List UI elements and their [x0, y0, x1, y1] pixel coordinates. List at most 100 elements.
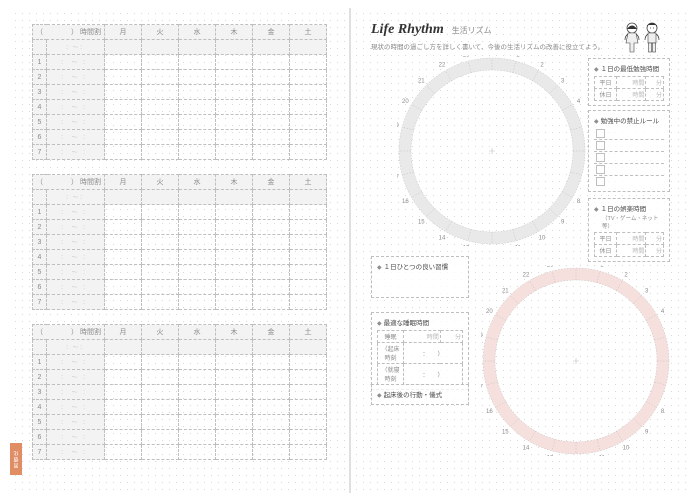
- timetable-cell[interactable]: [215, 280, 252, 295]
- timetable-cell[interactable]: [105, 355, 142, 370]
- timetable-cell[interactable]: [178, 115, 215, 130]
- timetable-cell[interactable]: [252, 385, 289, 400]
- timetable-cell[interactable]: [215, 145, 252, 160]
- timetable-cell[interactable]: [105, 370, 142, 385]
- timetable-cell[interactable]: [289, 100, 326, 115]
- timetable-cell[interactable]: [178, 400, 215, 415]
- timetable-cell[interactable]: [105, 85, 142, 100]
- timetable-cell[interactable]: [142, 265, 179, 280]
- timetable-cell[interactable]: [105, 130, 142, 145]
- timetable-cell[interactable]: [289, 145, 326, 160]
- timetable-cell[interactable]: [105, 430, 142, 445]
- timetable-cell[interactable]: [289, 265, 326, 280]
- timetable-cell[interactable]: [105, 145, 142, 160]
- timetable-cell[interactable]: [252, 70, 289, 85]
- timetable-cell[interactable]: [252, 430, 289, 445]
- timetable-cell[interactable]: [252, 85, 289, 100]
- timetable-cell[interactable]: [178, 220, 215, 235]
- timetable-cell[interactable]: [142, 445, 179, 460]
- timetable-cell[interactable]: [105, 55, 142, 70]
- timetable-cell[interactable]: [178, 355, 215, 370]
- timetable-cell[interactable]: [142, 145, 179, 160]
- timetable-cell[interactable]: [289, 235, 326, 250]
- timetable-cell[interactable]: [142, 400, 179, 415]
- timetable-cell[interactable]: [215, 355, 252, 370]
- timetable-cell[interactable]: [105, 220, 142, 235]
- unit-cell[interactable]: 時間: [617, 89, 646, 101]
- timetable-cell[interactable]: [105, 265, 142, 280]
- timetable-cell[interactable]: [252, 445, 289, 460]
- timetable-cell[interactable]: [178, 55, 215, 70]
- timetable-cell[interactable]: [289, 115, 326, 130]
- timetable-cell[interactable]: [142, 205, 179, 220]
- timetable-cell[interactable]: [252, 355, 289, 370]
- timetable-cell[interactable]: [105, 100, 142, 115]
- timetable-cell[interactable]: [215, 70, 252, 85]
- timetable-cell[interactable]: [289, 85, 326, 100]
- timetable-cell[interactable]: [178, 205, 215, 220]
- timetable-cell[interactable]: [178, 85, 215, 100]
- timetable-cell[interactable]: [142, 280, 179, 295]
- unit-cell[interactable]: 分: [646, 245, 664, 257]
- timetable-cell[interactable]: [142, 385, 179, 400]
- timetable-cell[interactable]: [178, 130, 215, 145]
- timetable-cell[interactable]: [142, 250, 179, 265]
- timetable-cell[interactable]: [289, 400, 326, 415]
- timetable-cell[interactable]: [178, 235, 215, 250]
- timetable-cell[interactable]: [105, 205, 142, 220]
- timetable-cell[interactable]: [252, 400, 289, 415]
- timetable-cell[interactable]: [289, 205, 326, 220]
- timetable-cell[interactable]: [252, 250, 289, 265]
- timetable-cell[interactable]: [142, 115, 179, 130]
- timetable-cell[interactable]: [178, 100, 215, 115]
- timetable-cell[interactable]: [105, 445, 142, 460]
- timetable-cell[interactable]: [289, 385, 326, 400]
- timetable-cell[interactable]: [142, 70, 179, 85]
- timetable-cell[interactable]: [289, 250, 326, 265]
- timetable-cell[interactable]: [289, 370, 326, 385]
- unit-cell[interactable]: 分: [646, 233, 664, 245]
- timetable-cell[interactable]: [178, 430, 215, 445]
- timetable-cell[interactable]: [215, 430, 252, 445]
- timetable-cell[interactable]: [215, 220, 252, 235]
- timetable-cell[interactable]: [215, 400, 252, 415]
- timetable-cell[interactable]: [215, 205, 252, 220]
- timetable-cell[interactable]: [252, 235, 289, 250]
- timetable-cell[interactable]: [178, 70, 215, 85]
- unit-cell[interactable]: 時間: [617, 245, 646, 257]
- timetable-cell[interactable]: [142, 370, 179, 385]
- unit-cell[interactable]: 分: [646, 77, 664, 89]
- timetable-cell[interactable]: [178, 295, 215, 310]
- timetable-cell[interactable]: [289, 430, 326, 445]
- timetable-cell[interactable]: [105, 415, 142, 430]
- timetable-cell[interactable]: [105, 235, 142, 250]
- timetable-cell[interactable]: [252, 115, 289, 130]
- unit-cell[interactable]: 時間: [617, 77, 646, 89]
- timetable-cell[interactable]: [289, 280, 326, 295]
- timetable-cell[interactable]: [215, 445, 252, 460]
- timetable-cell[interactable]: [105, 385, 142, 400]
- timetable-cell[interactable]: [142, 430, 179, 445]
- unit-cell[interactable]: 時間: [617, 233, 646, 245]
- timetable-cell[interactable]: [105, 400, 142, 415]
- timetable-cell[interactable]: [178, 280, 215, 295]
- timetable-cell[interactable]: [252, 205, 289, 220]
- timetable-cell[interactable]: [252, 265, 289, 280]
- timetable-cell[interactable]: [142, 100, 179, 115]
- timetable-cell[interactable]: [289, 55, 326, 70]
- timetable-cell[interactable]: [289, 220, 326, 235]
- unit-cell[interactable]: 分: [646, 89, 664, 101]
- timetable-cell[interactable]: [142, 235, 179, 250]
- rule-item[interactable]: [594, 151, 664, 163]
- timetable-cell[interactable]: [178, 370, 215, 385]
- timetable-cell[interactable]: [142, 130, 179, 145]
- timetable-cell[interactable]: [215, 250, 252, 265]
- timetable-cell[interactable]: [289, 130, 326, 145]
- timetable-cell[interactable]: [105, 70, 142, 85]
- timetable-cell[interactable]: [142, 415, 179, 430]
- timetable-cell[interactable]: [252, 55, 289, 70]
- timetable-cell[interactable]: [215, 130, 252, 145]
- timetable-cell[interactable]: [215, 415, 252, 430]
- timetable-cell[interactable]: [178, 145, 215, 160]
- timetable-cell[interactable]: [215, 265, 252, 280]
